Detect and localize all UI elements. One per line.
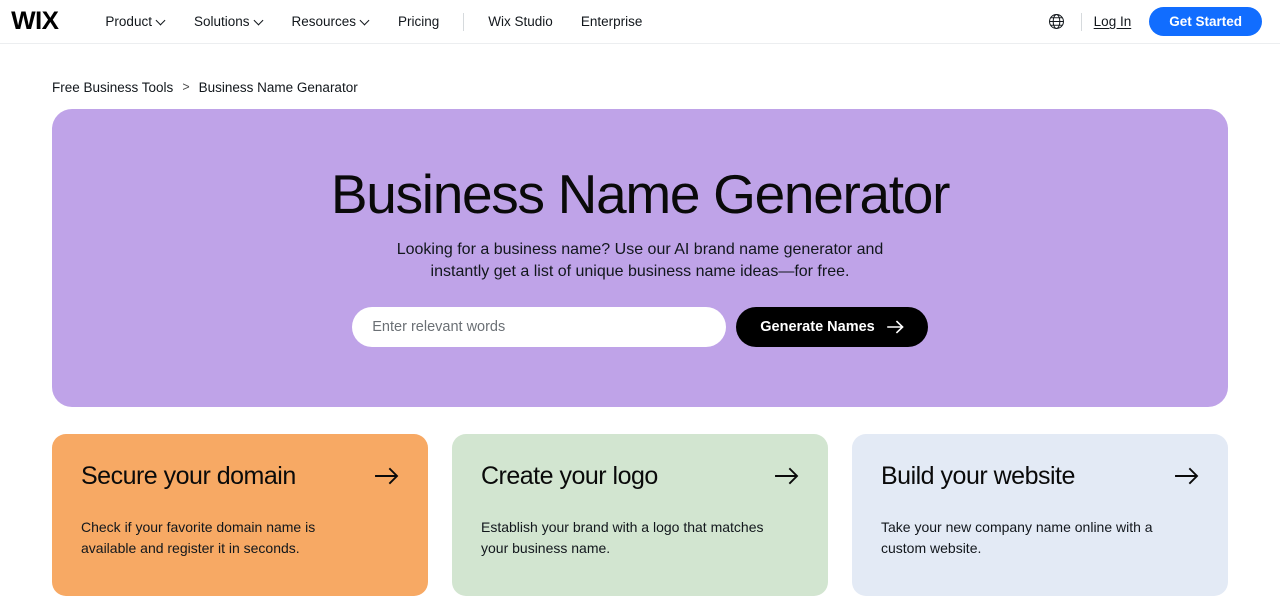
card-description: Take your new company name online with a… — [881, 518, 1153, 557]
nav-item-label: Pricing — [398, 14, 440, 29]
nav-item-product[interactable]: Product — [91, 8, 180, 35]
breadcrumb-separator: > — [182, 80, 190, 94]
primary-navigation: Product Solutions Resources Pricing Wix … — [91, 8, 656, 35]
nav-item-pricing[interactable]: Pricing — [384, 8, 453, 35]
nav-item-label: Solutions — [193, 14, 250, 29]
nav-item-enterprise[interactable]: Enterprise — [567, 8, 657, 35]
main-content: Business Name Generator Looking for a bu… — [0, 109, 1280, 596]
name-generator-form: Generate Names — [352, 306, 928, 347]
chevron-down-icon — [157, 16, 166, 25]
nav-item-label: Resources — [291, 14, 357, 29]
nav-item-label: Enterprise — [580, 14, 643, 29]
generate-names-label: Generate Names — [760, 318, 875, 335]
generate-names-button[interactable]: Generate Names — [736, 306, 928, 347]
chevron-down-icon — [361, 16, 370, 25]
keywords-input[interactable] — [352, 306, 727, 347]
breadcrumb: Free Business Tools > Business Name Gena… — [0, 66, 1280, 108]
site-header: WIX Product Solutions Resources Pricing … — [0, 0, 1280, 44]
arrow-right-icon — [775, 467, 799, 485]
header-actions: Log In Get Started — [1043, 7, 1262, 36]
breadcrumb-current: Business Name Genarator — [198, 79, 358, 95]
feature-cards: Secure your domain Check if your favorit… — [52, 434, 1228, 596]
login-link[interactable]: Log In — [1094, 14, 1132, 29]
nav-item-wix-studio[interactable]: Wix Studio — [474, 8, 567, 35]
card-description: Establish your brand with a logo that ma… — [481, 518, 764, 557]
arrow-right-icon — [1175, 467, 1199, 485]
card-title: Build your website — [881, 462, 1075, 490]
get-started-button[interactable]: Get Started — [1149, 7, 1262, 36]
card-create-your-logo[interactable]: Create your logo Establish your brand wi… — [452, 434, 828, 596]
page-title: Business Name Generator — [330, 163, 950, 225]
nav-item-resources[interactable]: Resources — [278, 8, 385, 35]
nav-item-label: Product — [105, 14, 152, 29]
arrow-right-icon — [886, 319, 904, 334]
wix-logo[interactable]: WIX — [11, 9, 59, 34]
card-title: Secure your domain — [81, 462, 296, 490]
arrow-right-icon — [375, 467, 399, 485]
hero-panel: Business Name Generator Looking for a bu… — [52, 109, 1228, 407]
card-header: Create your logo — [481, 462, 799, 491]
card-build-your-website[interactable]: Build your website Take your new company… — [852, 434, 1228, 596]
card-title: Create your logo — [481, 462, 658, 490]
nav-divider — [463, 12, 465, 31]
globe-icon[interactable] — [1043, 8, 1071, 36]
nav-item-solutions[interactable]: Solutions — [180, 8, 278, 35]
breadcrumb-parent-link[interactable]: Free Business Tools — [52, 80, 173, 95]
card-secure-your-domain[interactable]: Secure your domain Check if your favorit… — [52, 434, 428, 596]
card-header: Secure your domain — [81, 462, 399, 491]
header-divider — [1080, 12, 1082, 31]
card-header: Build your website — [881, 462, 1199, 491]
hero-subtitle: Looking for a business name? Use our AI … — [396, 240, 884, 281]
nav-item-label: Wix Studio — [488, 14, 553, 29]
card-description: Check if your favorite domain name is av… — [81, 518, 316, 557]
chevron-down-icon — [255, 16, 264, 25]
